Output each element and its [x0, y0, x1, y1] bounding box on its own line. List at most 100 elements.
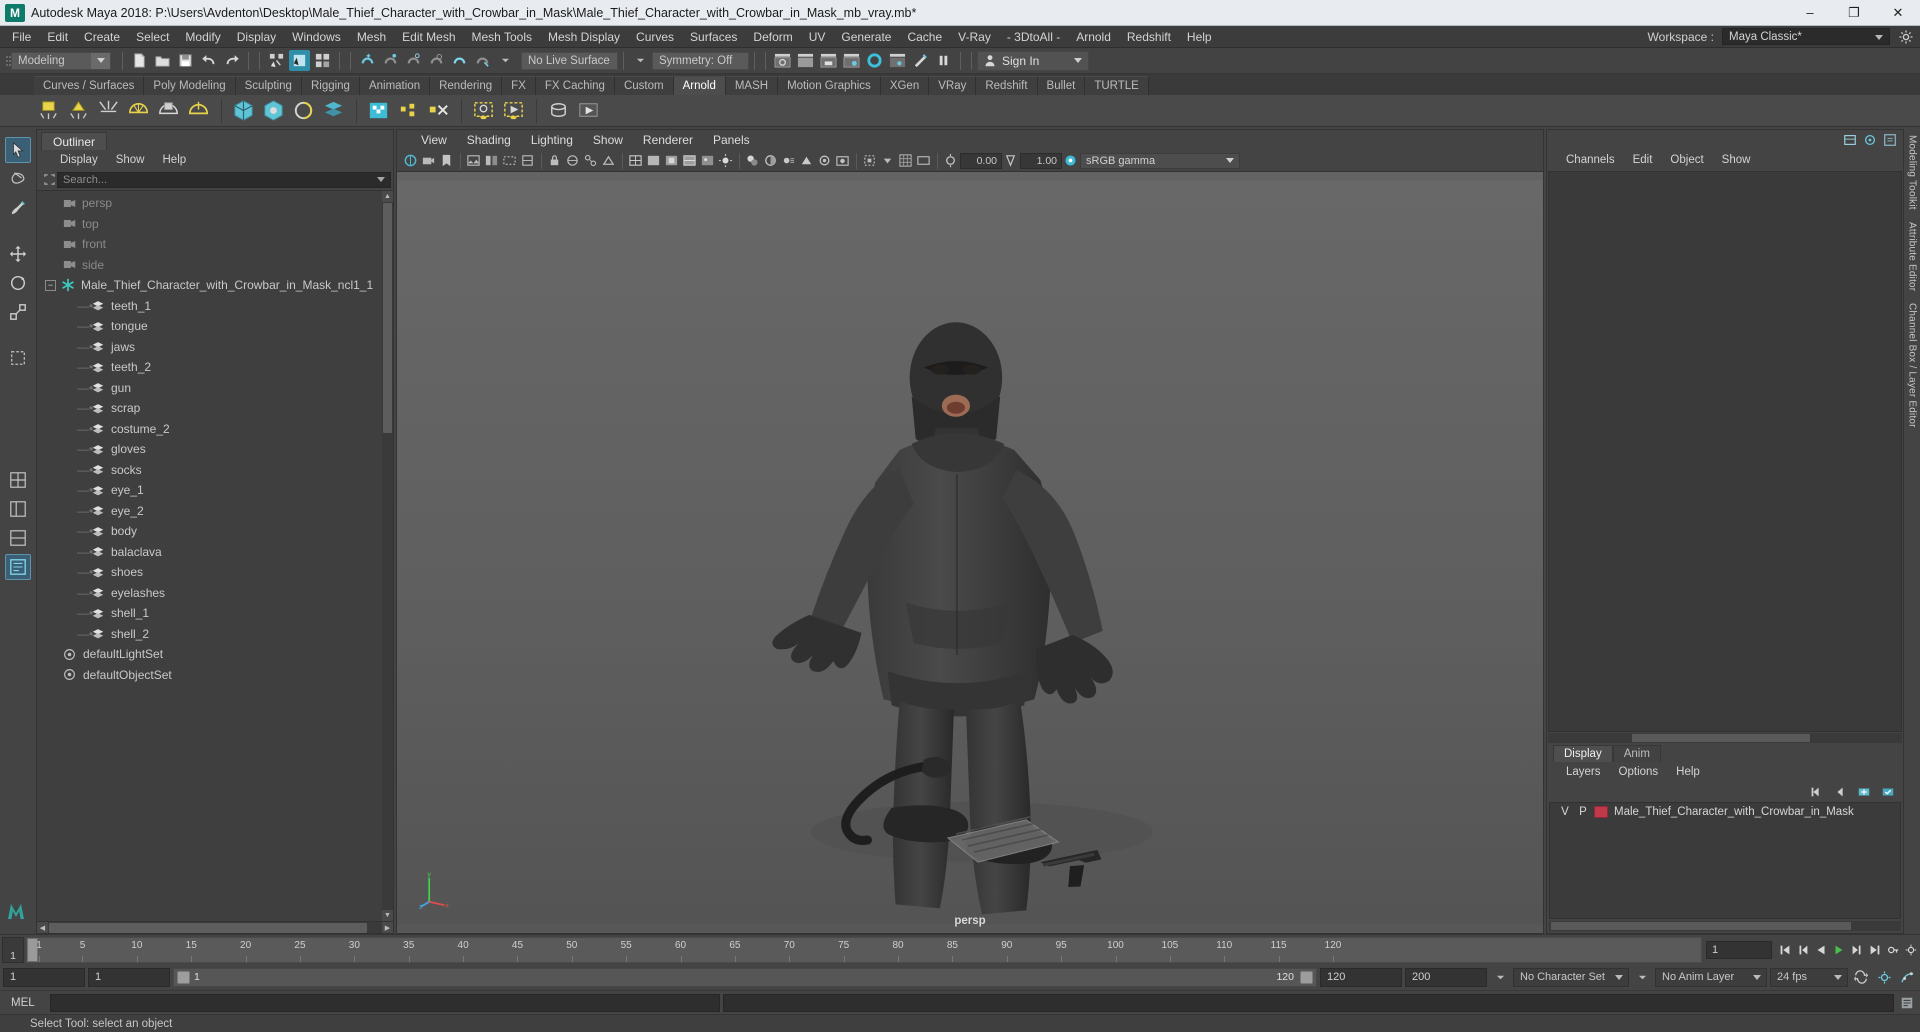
- resolution-gate-icon[interactable]: [519, 152, 536, 169]
- new-scene-icon[interactable]: [129, 50, 150, 71]
- exposure-icon[interactable]: [942, 152, 959, 169]
- menu-edit[interactable]: Edit: [39, 26, 76, 48]
- snap-dropdown-icon[interactable]: [495, 50, 516, 71]
- viewport-menu-show[interactable]: Show: [583, 131, 633, 149]
- outliner-item-gloves[interactable]: —• gloves: [37, 439, 393, 460]
- step-back-icon[interactable]: [1794, 940, 1812, 960]
- select-tool-button[interactable]: [5, 137, 31, 163]
- display-layers-list[interactable]: V P Male_Thief_Character_with_Crowbar_in…: [1549, 802, 1901, 919]
- shelf-tab-custom[interactable]: Custom: [614, 76, 674, 95]
- outliner-item-body[interactable]: —• body: [37, 521, 393, 542]
- xray-icon[interactable]: [564, 152, 581, 169]
- arnold-open-render-view-icon[interactable]: [469, 97, 497, 125]
- arnold-flush-cache-icon[interactable]: [544, 97, 572, 125]
- modeling-toolkit-icon[interactable]: [1863, 133, 1877, 147]
- graph-editor-icon[interactable]: [1897, 967, 1917, 987]
- menu-uv[interactable]: UV: [801, 26, 834, 48]
- menu-deform[interactable]: Deform: [745, 26, 800, 48]
- render-settings-icon[interactable]: [841, 50, 862, 71]
- anim-end-field[interactable]: 120: [1320, 967, 1402, 987]
- snap-to-grid-icon[interactable]: [357, 50, 378, 71]
- multisample-aa-icon[interactable]: [798, 152, 815, 169]
- menu-modify[interactable]: Modify: [177, 26, 228, 48]
- layers-menu-options[interactable]: Options: [1610, 763, 1668, 781]
- outliner-item-top[interactable]: top: [37, 214, 393, 235]
- image-plane-icon[interactable]: [465, 152, 482, 169]
- channelbox-icon[interactable]: [1843, 133, 1857, 147]
- arnold-layers-icon[interactable]: [319, 97, 347, 125]
- shelf-tab-animation[interactable]: Animation: [359, 76, 431, 95]
- grid-toggle-icon[interactable]: [897, 152, 914, 169]
- character-set-dropdown-icon[interactable]: [1490, 967, 1510, 987]
- outliner-item-shoes[interactable]: —• shoes: [37, 562, 393, 583]
- outliner-item-teeth-2[interactable]: —• teeth_2: [37, 357, 393, 378]
- shelf-tab-fx-caching[interactable]: FX Caching: [535, 76, 615, 95]
- workspace-select[interactable]: Maya Classic*: [1722, 28, 1890, 45]
- hscroll-left-arrow[interactable]: ◀: [37, 922, 48, 933]
- arnold-volume-icon[interactable]: [259, 97, 287, 125]
- layer-prev-icon[interactable]: [1833, 785, 1847, 799]
- go-to-end-icon[interactable]: [1866, 940, 1884, 960]
- outliner-item-balaclava[interactable]: —• balaclava: [37, 542, 393, 563]
- menu-surfaces[interactable]: Surfaces: [682, 26, 745, 48]
- layer-name[interactable]: Male_Thief_Character_with_Crowbar_in_Mas…: [1614, 806, 1854, 818]
- shelf-tab-sculpting[interactable]: Sculpting: [235, 76, 302, 95]
- outliner-item-male-thief-character-with-crowbar-in-mask-ncl1-1[interactable]: − Male_Thief_Character_with_Crowbar_in_Ma…: [37, 275, 393, 296]
- outliner-item-defaultlightset[interactable]: defaultLightSet: [37, 644, 393, 665]
- selection-brackets-icon[interactable]: [41, 172, 57, 188]
- outliner-hscroll-thumb[interactable]: [49, 923, 367, 933]
- shelf-tab-curves-surfaces[interactable]: Curves / Surfaces: [34, 76, 145, 95]
- twopane-icon[interactable]: [483, 152, 500, 169]
- ipr-render-icon[interactable]: [910, 50, 931, 71]
- render-current-frame-icon[interactable]: [772, 50, 793, 71]
- menu-select[interactable]: Select: [128, 26, 177, 48]
- lasso-tool-button[interactable]: [5, 166, 31, 192]
- rotate-tool-button[interactable]: [5, 270, 31, 296]
- shadows-icon[interactable]: [744, 152, 761, 169]
- character-set-field[interactable]: No Character Set: [1513, 967, 1629, 987]
- menu-arnold[interactable]: Arnold: [1068, 26, 1119, 48]
- single-persp-layout-button[interactable]: [5, 554, 31, 580]
- outliner-item-socks[interactable]: —• socks: [37, 460, 393, 481]
- arnold-mesh-light-icon[interactable]: [154, 97, 182, 125]
- outliner-item-side[interactable]: side: [37, 255, 393, 276]
- save-scene-icon[interactable]: [175, 50, 196, 71]
- channelbox-hscrollbar[interactable]: [1548, 733, 1902, 743]
- arnold-distant-light-icon[interactable]: [94, 97, 122, 125]
- menuset-selector[interactable]: Modeling: [11, 51, 111, 70]
- menu-mesh-tools[interactable]: Mesh Tools: [464, 26, 540, 48]
- gamma-value-field[interactable]: 1.00: [1020, 152, 1062, 169]
- auto-key-icon[interactable]: [1884, 940, 1902, 960]
- vtab-channel-box-layer-editor[interactable]: Channel Box / Layer Editor: [1907, 303, 1918, 428]
- wireframe-on-shaded-icon[interactable]: [681, 152, 698, 169]
- select-component-icon[interactable]: [312, 50, 333, 71]
- close-button[interactable]: ✕: [1876, 0, 1920, 26]
- layers-menu-layers[interactable]: Layers: [1557, 763, 1610, 781]
- xray-joints-icon[interactable]: [582, 152, 599, 169]
- arnold-select-opaque-icon[interactable]: [394, 97, 422, 125]
- snap-to-view-plane-icon[interactable]: [449, 50, 470, 71]
- shelf-tab-poly-modeling[interactable]: Poly Modeling: [144, 76, 236, 95]
- outliner-item-tongue[interactable]: —• tongue: [37, 316, 393, 337]
- ambient-occlusion-icon[interactable]: [762, 152, 779, 169]
- arnold-play-blast-icon[interactable]: [574, 97, 602, 125]
- shelf-tab-turtle[interactable]: TURTLE: [1085, 76, 1149, 95]
- signin-button[interactable]: Sign In: [977, 50, 1089, 71]
- menu-windows[interactable]: Windows: [284, 26, 349, 48]
- undo-icon[interactable]: [198, 50, 219, 71]
- color-management-icon[interactable]: [1062, 152, 1079, 169]
- minimize-button[interactable]: –: [1788, 0, 1832, 26]
- layers-hscrollbar[interactable]: [1549, 921, 1901, 931]
- fps-field[interactable]: 24 fps: [1770, 967, 1848, 987]
- viewport-menu-shading[interactable]: Shading: [457, 131, 521, 149]
- move-tool-button[interactable]: [5, 241, 31, 267]
- outliner-item-eye-2[interactable]: —• eye_2: [37, 501, 393, 522]
- persp-outliner-layout-button[interactable]: [5, 496, 31, 522]
- viewport-menu-panels[interactable]: Panels: [703, 131, 760, 149]
- shelf-tab-motion-graphics[interactable]: Motion Graphics: [778, 76, 881, 95]
- shelf-tab-rendering[interactable]: Rendering: [430, 76, 503, 95]
- menu-cache[interactable]: Cache: [899, 26, 950, 48]
- shelf-tab-vray[interactable]: VRay: [929, 76, 977, 95]
- shelf-tab-redshift[interactable]: Redshift: [976, 76, 1038, 95]
- tab-anim-layers[interactable]: Anim: [1612, 745, 1661, 762]
